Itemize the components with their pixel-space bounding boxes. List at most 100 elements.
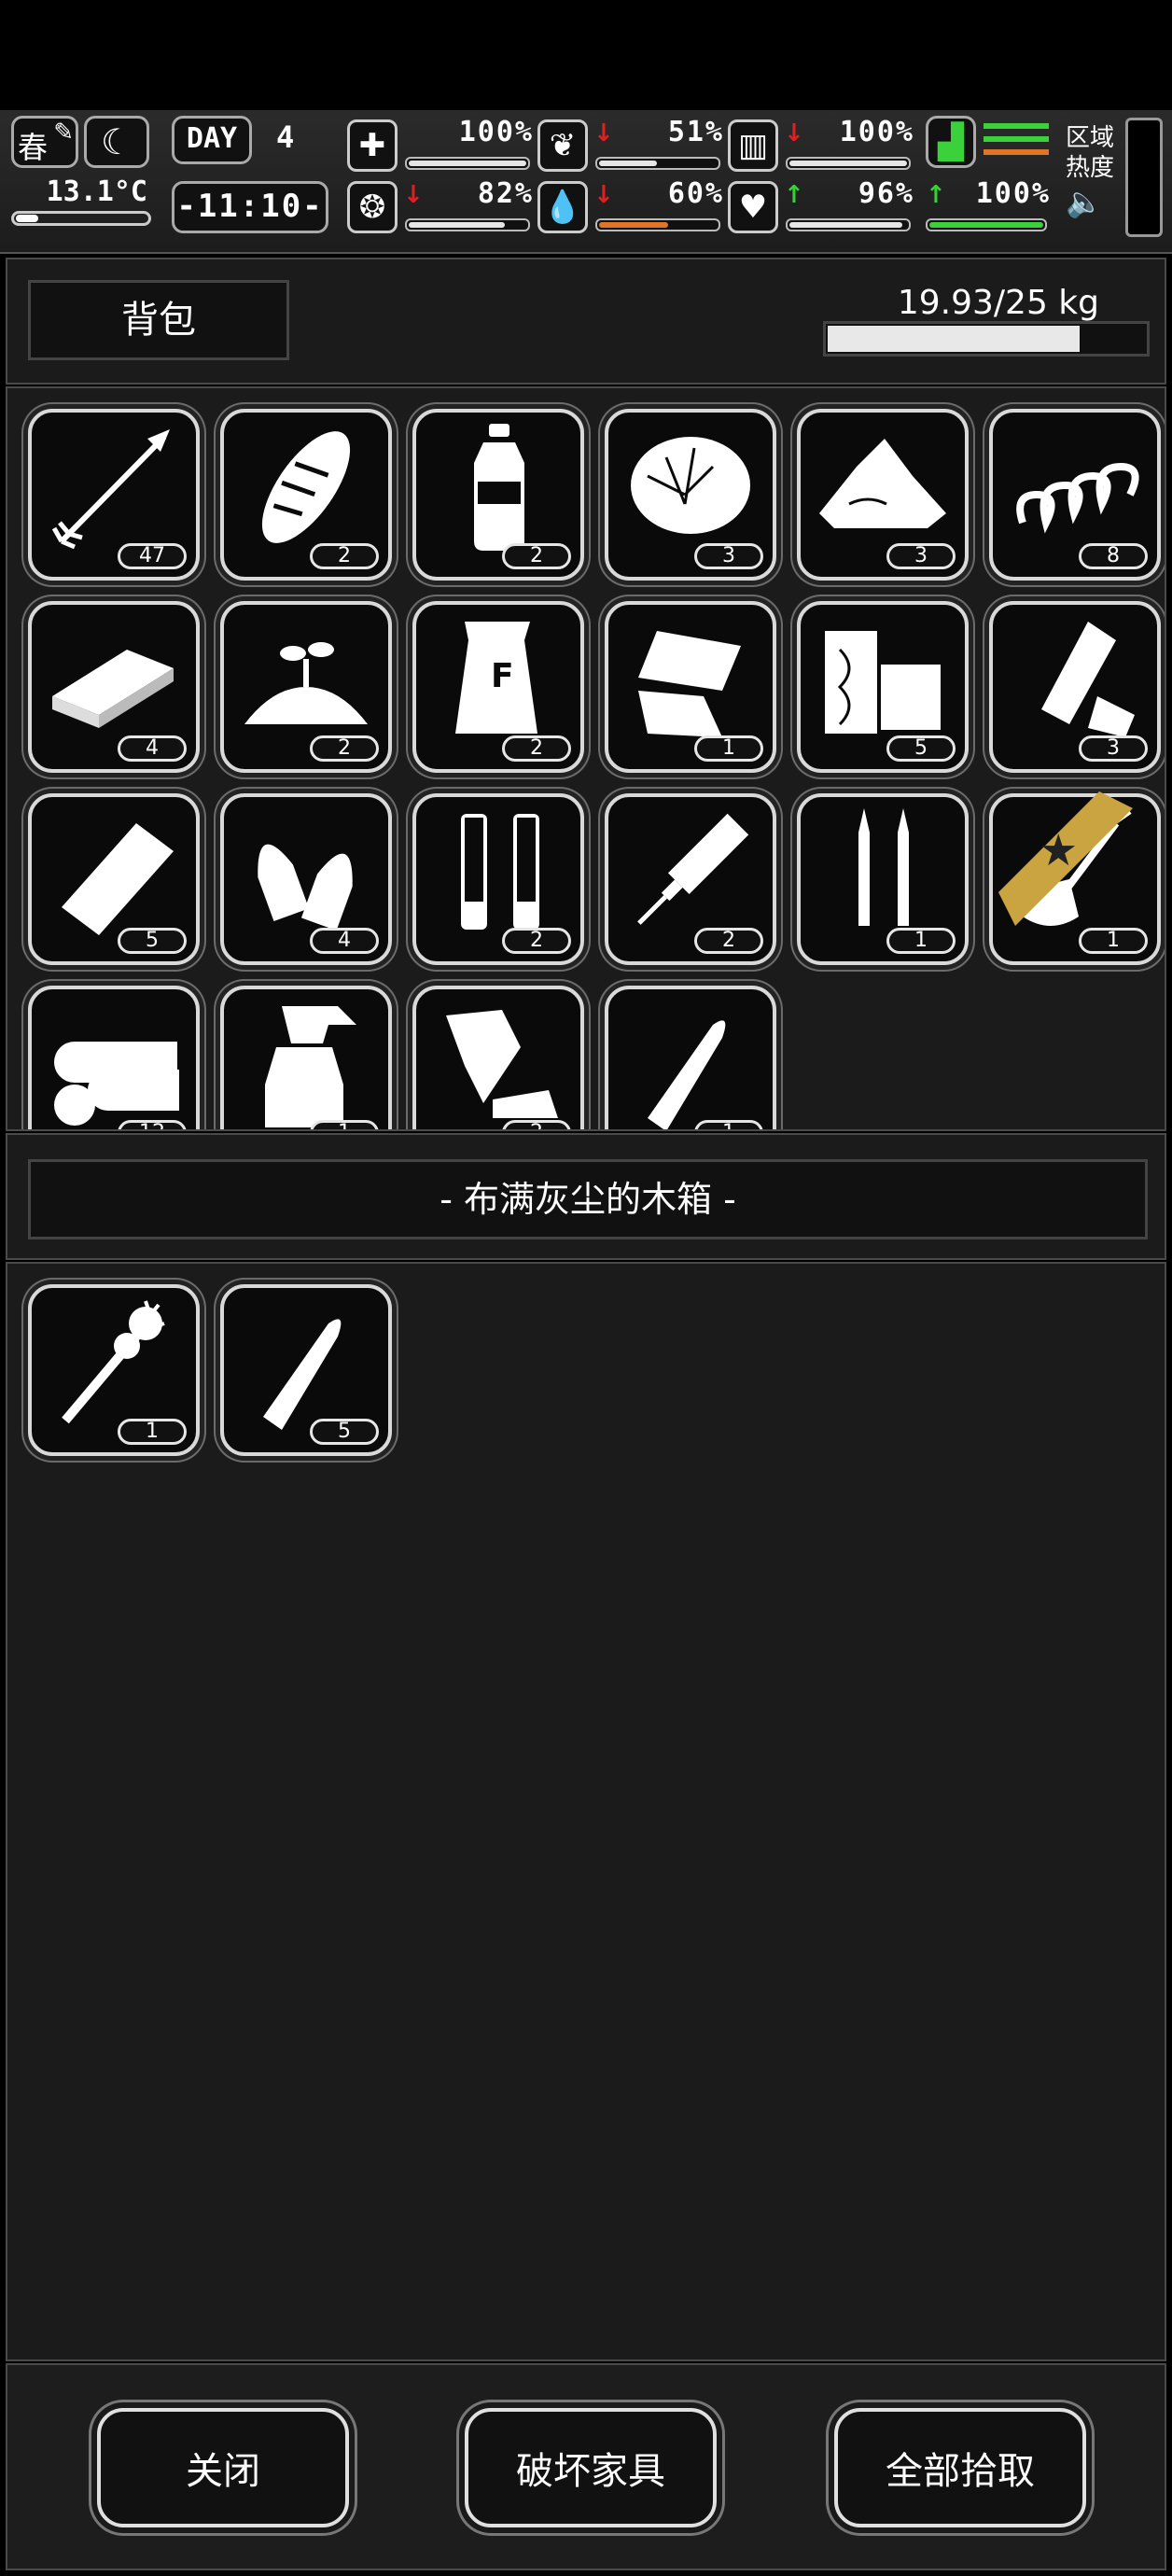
hunger-bar [599,161,658,166]
fiber-bundle-icon [631,437,750,534]
powder-pile-icon [819,439,946,528]
health-stat: ✚ 100% [347,116,534,179]
first-aid-icon: ✚ [347,119,398,172]
backpack-item-slot[interactable]: 1 [797,793,969,965]
moon-box: ☾ [84,116,149,168]
backpack-item-slot[interactable]: 2 [412,409,584,581]
container-title-box: - 布满灰尘的木箱 - [28,1159,1148,1239]
shell-casings-icon [461,814,539,930]
weight-bar-fill [828,326,1081,352]
backpack-item-slot[interactable]: 12 [28,986,200,1129]
boot-icon: ▟ [926,116,976,168]
backpack-item-slot[interactable]: 2 [220,409,392,581]
bar-ingot-icon [62,823,174,935]
fertilizer-bag-icon: F [455,622,537,734]
sanity-stat: ❂ ↓ 82% [347,177,534,241]
speaker-icon[interactable]: 🔈 [1066,183,1122,220]
day-label: DAY [186,122,238,155]
container-header: - 布满灰尘的木箱 - [6,1133,1166,1260]
item-count-badge: 2 [502,543,571,569]
item-count-badge: 1 [694,1120,763,1129]
season-label: 春 [18,130,49,165]
backpack-grid: 472233842F2153542211★12121 [6,386,1166,1131]
backpack-item-slot[interactable]: 2 [605,793,776,965]
backpack-item-slot[interactable]: 1 ★ [989,791,1161,965]
armor-bar [789,161,907,166]
svg-text:F: F [491,657,514,695]
close-button[interactable]: 关闭 [97,2408,349,2527]
weight-bar [823,321,1150,357]
backpack-header: 背包 19.93/25 kg [6,258,1166,385]
container-title: - 布满灰尘的木箱 - [440,1179,736,1220]
item-count-badge: 2 [310,735,379,762]
item-count-badge: 2 [502,928,571,954]
day-number: 4 [276,119,295,155]
item-count-badge: 1 [694,735,763,762]
hunger-value: 51% [667,116,724,148]
stamina-stat: ↑ 100% [868,177,1051,241]
item-count-badge: 2 [502,1120,571,1129]
backpack-item-slot[interactable]: 4 [28,601,200,773]
item-count-badge: 5 [886,735,956,762]
wood-blocks-icon [825,631,941,734]
backpack-item-slot[interactable]: 8 [989,409,1161,581]
backpack-item-slot[interactable]: 2 [412,986,584,1129]
sanity-value: 82% [477,177,534,210]
stamina-lines [984,123,1049,161]
water-drop-icon: 💧 [537,181,588,233]
temperature-value: 13.1°C [46,175,147,208]
thermometer-icon [11,211,151,226]
item-count-badge: 1 [1079,928,1148,954]
item-count-badge: 5 [118,928,187,954]
paper-scraps-icon [638,631,741,737]
stamina-value: 100% [975,177,1051,210]
item-count-badge: 1 [886,928,956,954]
item-count-badge: 47 [118,543,187,569]
thirst-bar [599,222,668,228]
backpack-item-slot[interactable]: 2 [412,793,584,965]
stamina-bar [929,222,1043,228]
backpack-item-slot[interactable]: 5 [797,601,969,773]
backpack-item-slot[interactable]: 1 [220,986,392,1129]
backpack-item-slot[interactable]: 4 [220,793,392,965]
item-count-badge: 4 [310,928,379,954]
health-bar [409,161,526,166]
backpack-weight: 19.93/25 kg [897,284,1099,322]
clock-box: -11:10- [172,181,328,233]
backpack-item-slot[interactable]: 3 [797,409,969,581]
backpack-item-slot[interactable]: F2 [412,601,584,773]
arrow-icon [51,429,170,550]
backpack-item-slot[interactable]: 1 [605,601,776,773]
region-heat-meter [1125,118,1163,237]
brain-icon: ❂ [347,181,398,233]
backpack-item-slot[interactable]: 3 [605,409,776,581]
heart-icon: ♥ [728,181,778,233]
region-heat[interactable]: 区域 热度 🔈 [1066,123,1122,220]
item-count-badge: 3 [694,543,763,569]
item-count-badge: 4 [118,735,187,762]
backpack-item-slot[interactable]: 1 [605,986,776,1129]
syringe-icon [637,813,749,925]
bullet-tips-icon [258,844,353,931]
container-item-slot[interactable]: 5 [220,1284,392,1456]
spray-bottle-icon [265,1006,356,1127]
container-item-slot[interactable]: 1 [28,1284,200,1456]
item-count-badge: 3 [1079,735,1148,762]
vest-icon: ▥ [728,119,778,172]
armor-stat: ▥ ↓ 100% [728,116,914,179]
thirst-stat: 💧 ↓ 60% [537,177,724,241]
destroy-furniture-button[interactable]: 破坏家具 [465,2408,717,2527]
item-count-badge: 3 [886,543,956,569]
stomach-icon: ❦ [537,119,588,172]
backpack-item-slot[interactable]: 47 [28,409,200,581]
take-all-button[interactable]: 全部拾取 [834,2408,1086,2527]
item-count-badge: 2 [502,735,571,762]
moon-icon: ☾ [100,121,133,162]
backpack-item-slot[interactable]: 3 [989,601,1161,773]
thirst-value: 60% [667,177,724,210]
backpack-item-slot[interactable]: 5 [28,793,200,965]
day-box: DAY [172,116,252,164]
armor-value: 100% [839,116,914,148]
backpack-item-slot[interactable]: 2 [220,601,392,773]
clock-value: -11:10- [176,188,324,225]
